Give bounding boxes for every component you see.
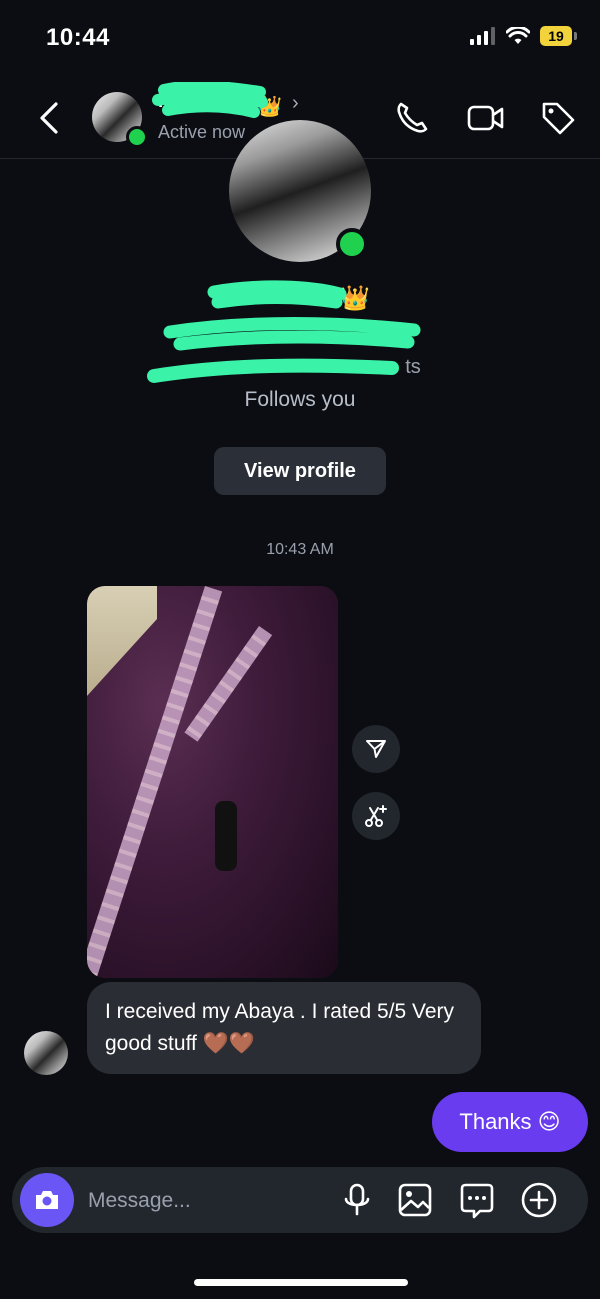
status-time: 10:44 (46, 24, 110, 51)
incoming-message-bubble[interactable]: I received my Abaya . I rated 5/5 Very g… (87, 982, 481, 1074)
cutout-sticker-button[interactable] (352, 792, 400, 840)
message-input[interactable] (86, 1183, 330, 1219)
back-arrow-icon[interactable] (30, 98, 70, 138)
camera-icon (36, 1191, 58, 1209)
add-plus-icon[interactable] (520, 1181, 558, 1219)
contact-name[interactable]: M (158, 90, 175, 113)
phone-call-icon[interactable] (392, 98, 432, 138)
active-status: Active now (158, 122, 246, 142)
profile-name: 👑 (0, 284, 600, 313)
view-profile-button[interactable]: View profile (214, 447, 386, 495)
message-timestamp: 10:43 AM (266, 541, 334, 558)
home-indicator[interactable] (194, 1279, 408, 1286)
gallery-image-icon[interactable] (396, 1181, 434, 1219)
profile-stats-suffix: ts (405, 356, 421, 378)
online-status-dot (126, 126, 148, 148)
message-composer (12, 1167, 588, 1233)
chevron-right-icon[interactable]: › (292, 92, 299, 115)
scissors-sparkle-icon (365, 805, 387, 827)
profile-stats: ts (0, 356, 600, 379)
follows-you-label: Follows you (244, 388, 356, 411)
wifi-icon (506, 27, 530, 44)
video-call-icon[interactable] (466, 98, 506, 138)
share-button[interactable] (352, 725, 400, 773)
sender-avatar[interactable] (24, 1031, 68, 1075)
profile-online-dot (336, 228, 368, 260)
battery-indicator: 19 (540, 26, 577, 46)
camera-button[interactable] (20, 1173, 74, 1227)
cellular-signal-icon (470, 27, 495, 45)
profile-crown-emoji: 👑 (340, 285, 370, 312)
photo-message[interactable] (87, 586, 338, 978)
sticker-chat-icon[interactable] (458, 1181, 496, 1219)
outgoing-message-bubble[interactable]: Thanks 😊 (432, 1092, 588, 1152)
microphone-icon[interactable] (338, 1181, 376, 1219)
crown-emoji: 👑 (257, 96, 282, 118)
send-paper-plane-icon (366, 740, 386, 758)
tag-label-icon[interactable] (538, 98, 578, 138)
status-icons: 19 (470, 26, 577, 46)
